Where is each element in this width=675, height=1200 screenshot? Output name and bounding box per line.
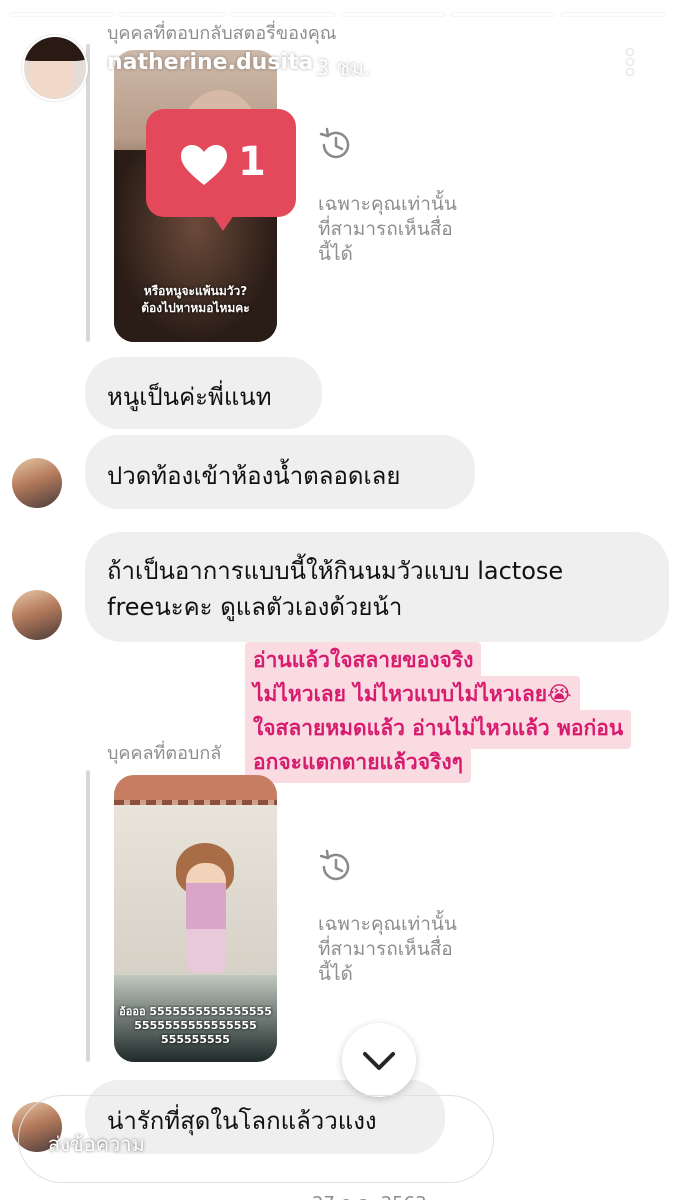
notice-line: นี้ได้ bbox=[318, 243, 353, 265]
reply-thread-line bbox=[86, 44, 90, 342]
story-caption: หรือหนูจะแพ้นมวัว? ต้องไปหาหมอไหมคะ bbox=[114, 283, 277, 317]
reply-placeholder: ส่งข้อความ bbox=[48, 1132, 145, 1156]
story-caption-line: 555555555 bbox=[161, 1033, 230, 1046]
story-caption-line: หรือหนูจะแพ้นมวัว? bbox=[143, 284, 248, 298]
progress-segment bbox=[10, 13, 115, 16]
story-date: 27 ก.ค. 2563 bbox=[312, 1188, 427, 1200]
like-sticker-tail bbox=[208, 209, 238, 231]
send-icon[interactable] bbox=[598, 1116, 646, 1164]
avatar-hair bbox=[24, 37, 86, 61]
story-progress bbox=[10, 13, 666, 17]
notice-line: นี้ได้ bbox=[318, 963, 353, 985]
message-text: ปวดท้องเข้าห้องน้ำตลอดเลย bbox=[107, 462, 401, 490]
progress-segment bbox=[560, 13, 666, 16]
story-page: บุคคลที่ตอบกลับสตอรี่ของคุณ หรือหนูจะแพ้… bbox=[0, 0, 675, 1200]
progress-segment bbox=[120, 13, 225, 16]
like-sticker: 1 bbox=[146, 109, 296, 231]
notice-line: ที่สามารถเห็นสื่อ bbox=[318, 218, 453, 240]
like-count: 1 bbox=[238, 139, 266, 185]
scroll-down-button[interactable] bbox=[342, 1023, 416, 1097]
only-you-notice: เฉพาะคุณเท่านั้น ที่สามารถเห็นสื่อ นี้ได… bbox=[318, 912, 457, 987]
story-photo-dancer bbox=[186, 863, 226, 973]
progress-segment bbox=[450, 13, 555, 16]
progress-segment bbox=[340, 13, 445, 16]
notice-line: เฉพาะคุณเท่านั้น bbox=[318, 193, 457, 215]
progress-segment bbox=[230, 13, 335, 16]
sender-avatar[interactable] bbox=[12, 458, 62, 508]
history-icon bbox=[319, 127, 350, 159]
notice-line: เฉพาะคุณเท่านั้น bbox=[318, 913, 457, 935]
message-text: ถ้าเป็นอาการแบบนี้ให้กินนมวัวแบบ lactose bbox=[107, 557, 564, 585]
timestamp: 3 ชม. bbox=[316, 56, 371, 80]
story-caption: อ้อออ 5555555555555555 5555555555555555 … bbox=[114, 1005, 277, 1047]
only-you-notice: เฉพาะคุณเท่านั้น ที่สามารถเห็นสื่อ นี้ได… bbox=[318, 192, 457, 267]
avatar[interactable] bbox=[22, 35, 88, 101]
notice-line: ที่สามารถเห็นสื่อ bbox=[318, 938, 453, 960]
message-bubble[interactable]: ปวดท้องเข้าห้องน้ำตลอดเลย bbox=[85, 435, 475, 509]
heart-outline-icon[interactable] bbox=[524, 1116, 572, 1164]
story-caption-line: อ้อออ 5555555555555555 bbox=[119, 1005, 272, 1018]
highlight-line: อกจะแตกตายแล้วจริงๆ bbox=[245, 744, 471, 783]
username[interactable]: natherine.dusita bbox=[107, 50, 313, 75]
heart-icon bbox=[181, 145, 227, 185]
reply-to-story-label: บุคคลที่ตอบกลับสตอรี่ของคุณ bbox=[107, 23, 337, 44]
reply-to-story-label: บุคคลที่ตอบกลั bbox=[107, 743, 222, 764]
message-bubble[interactable]: หนูเป็นค่ะพี่แนท bbox=[85, 357, 322, 429]
message-text: freeนะคะ ดูแลตัวเองด้วยน้า bbox=[107, 593, 403, 621]
story-caption-line: ต้องไปหาหมอไหมคะ bbox=[141, 301, 250, 315]
reply-thread-line bbox=[86, 770, 90, 1062]
story-thumbnail[interactable]: อ้อออ 5555555555555555 5555555555555555 … bbox=[114, 775, 277, 1062]
chevron-down-icon bbox=[363, 1052, 395, 1070]
sender-avatar[interactable] bbox=[12, 590, 62, 640]
story-caption-line: 5555555555555555 bbox=[134, 1019, 257, 1032]
message-bubble[interactable]: ถ้าเป็นอาการแบบนี้ให้กินนมวัวแบบ lactose… bbox=[85, 532, 669, 642]
history-icon bbox=[319, 849, 350, 881]
more-vertical-icon[interactable] bbox=[618, 46, 642, 82]
message-text: หนูเป็นค่ะพี่แนท bbox=[107, 383, 272, 411]
